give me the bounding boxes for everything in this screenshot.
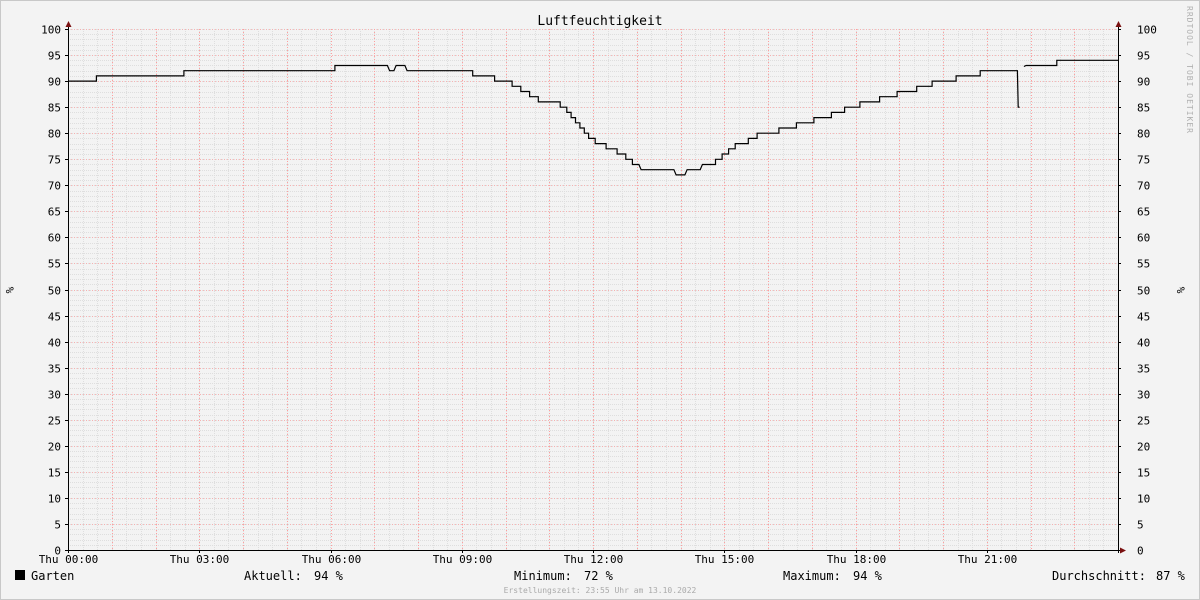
- y-axis-label-left: %: [3, 287, 16, 294]
- y-tick-label-left: 10: [48, 493, 61, 506]
- y-axis-arrow-right: [1115, 21, 1122, 27]
- y-axis-arrow-left: [65, 21, 72, 27]
- legend-max-label: Maximum:: [783, 569, 841, 583]
- x-axis-arrow: [1120, 547, 1126, 554]
- chart-svg: Luftfeuchtigkeit RRDTOOL / TOBI OETIKER …: [3, 6, 1194, 595]
- y-tick-label-left: 60: [48, 232, 61, 245]
- y-tick-label-right: 80: [1137, 128, 1150, 141]
- x-tick-label: Thu 03:00: [170, 553, 230, 566]
- x-tick-label: Thu 00:00: [39, 553, 99, 566]
- footer-timestamp: Erstellungszeit: 23:55 Uhr am 13.10.2022: [504, 586, 697, 595]
- y-tick-label-left: 100: [41, 24, 61, 37]
- y-tick-label-left: 95: [48, 50, 61, 63]
- y-tick-label-left: 75: [48, 154, 61, 167]
- legend-avg-value: 87 %: [1156, 569, 1186, 583]
- y-tick-label-left: 55: [48, 258, 61, 271]
- y-tick-label-right: 10: [1137, 493, 1150, 506]
- legend-min-label: Minimum:: [514, 569, 572, 583]
- y-tick-label-right: 90: [1137, 76, 1150, 89]
- y-tick-label-right: 0: [1137, 545, 1144, 558]
- x-tick-label: Thu 06:00: [302, 553, 362, 566]
- y-tick-label-right: 100: [1137, 24, 1157, 37]
- y-tick-label-left: 50: [48, 285, 61, 298]
- legend-current-value: 94 %: [314, 569, 344, 583]
- legend-max-value: 94 %: [853, 569, 883, 583]
- grid: [68, 29, 1119, 551]
- y-tick-label-right: 15: [1137, 467, 1150, 480]
- y-tick-label-right: 85: [1137, 102, 1150, 115]
- y-tick-label-left: 80: [48, 128, 61, 141]
- rrdtool-vertical-label: RRDTOOL / TOBI OETIKER: [1185, 6, 1194, 134]
- y-tick-label-left: 5: [54, 519, 61, 532]
- y-tick-label-left: 70: [48, 180, 61, 193]
- y-tick-label-right: 40: [1137, 337, 1150, 350]
- y-tick-label-right: 45: [1137, 311, 1150, 324]
- legend-current-label: Aktuell:: [244, 569, 302, 583]
- legend-avg-label: Durchschnitt:: [1052, 569, 1146, 583]
- y-tick-label-right: 75: [1137, 154, 1150, 167]
- y-tick-label-right: 35: [1137, 363, 1150, 376]
- y-tick-label-right: 20: [1137, 441, 1150, 454]
- y-tick-label-left: 25: [48, 415, 61, 428]
- legend-color-box: [15, 570, 25, 580]
- y-tick-label-left: 45: [48, 311, 61, 324]
- legend-series-name: Garten: [31, 569, 74, 583]
- y-tick-label-right: 60: [1137, 232, 1150, 245]
- y-tick-label-right: 95: [1137, 50, 1150, 63]
- y-ticks-left: 0510152025303540455055606570758085909510…: [41, 24, 68, 558]
- x-tick-label: Thu 18:00: [827, 553, 887, 566]
- x-tick-label: Thu 21:00: [958, 553, 1018, 566]
- x-tick-label: Thu 15:00: [695, 553, 755, 566]
- x-tick-label: Thu 12:00: [564, 553, 624, 566]
- y-tick-label-right: 70: [1137, 180, 1150, 193]
- y-tick-label-left: 40: [48, 337, 61, 350]
- y-tick-label-right: 5: [1137, 519, 1144, 532]
- legend-min-value: 72 %: [584, 569, 614, 583]
- y-tick-label-left: 85: [48, 102, 61, 115]
- y-tick-label-left: 15: [48, 467, 61, 480]
- y-tick-label-right: 65: [1137, 206, 1150, 219]
- x-tick-label: Thu 09:00: [433, 553, 493, 566]
- x-ticks: Thu 00:00 Thu 03:00 Thu 06:00 Thu 09:00 Thu …: [39, 550, 1018, 566]
- y-tick-label-right: 55: [1137, 258, 1150, 271]
- y-tick-label-left: 65: [48, 206, 61, 219]
- y-tick-label-left: 30: [48, 389, 61, 402]
- axes: [65, 21, 1126, 554]
- y-axis-label-right: %: [1174, 287, 1187, 294]
- y-ticks-right: 0 5 10 15 20 25 30 35 40 45 50 55 60 65 70 75 80 85 90 95 10…: [1118, 24, 1157, 558]
- y-tick-label-right: 30: [1137, 389, 1150, 402]
- y-tick-label-left: 35: [48, 363, 61, 376]
- y-tick-label-right: 25: [1137, 415, 1150, 428]
- rrd-graph: Luftfeuchtigkeit RRDTOOL / TOBI OETIKER …: [0, 0, 1200, 600]
- y-tick-label-left: 20: [48, 441, 61, 454]
- y-tick-label-left: 90: [48, 76, 61, 89]
- chart-title: Luftfeuchtigkeit: [537, 14, 662, 29]
- y-tick-label-right: 50: [1137, 285, 1150, 298]
